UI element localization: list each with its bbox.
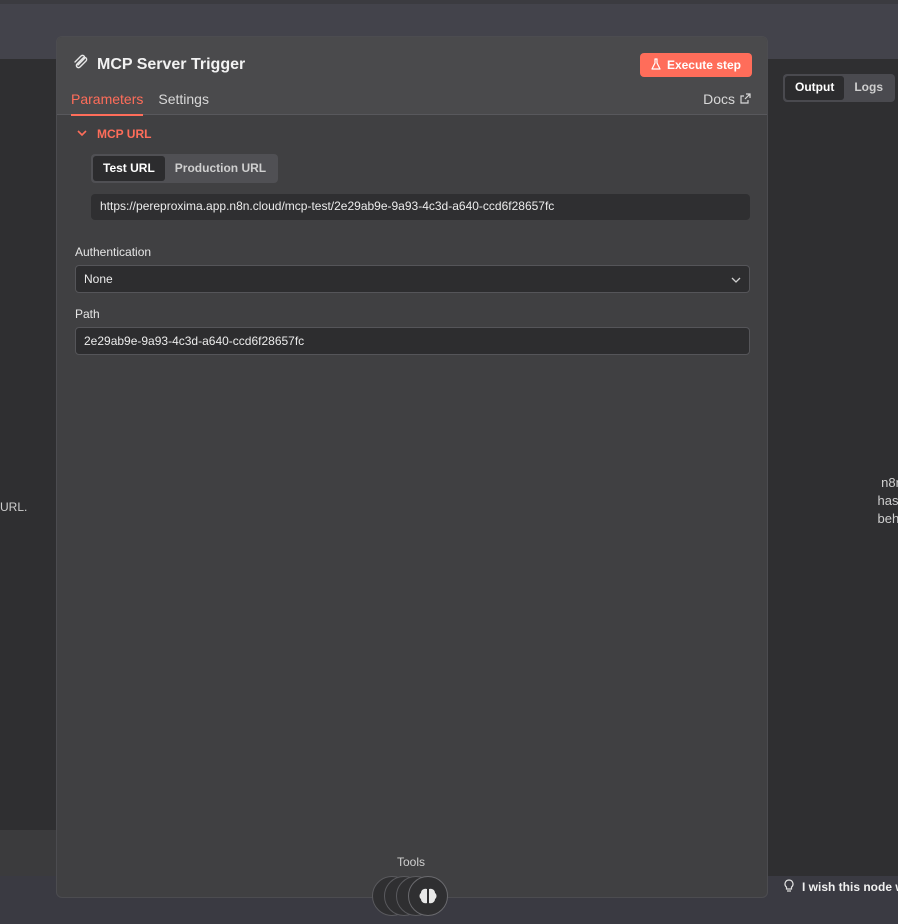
brain-icon[interactable]	[408, 876, 448, 916]
node-title-text: MCP Server Trigger	[97, 55, 246, 73]
output-message: n8n has r beha	[862, 474, 898, 528]
url-type-toggle: Test URL Production URL	[91, 154, 279, 183]
feedback-prompt[interactable]: I wish this node w	[778, 876, 898, 898]
mcp-icon	[73, 54, 89, 75]
tab-parameters[interactable]: Parameters	[71, 91, 144, 116]
output-message-line: has r	[877, 493, 898, 508]
output-tab[interactable]: Output	[785, 76, 845, 100]
test-url-tab[interactable]: Test URL	[93, 156, 165, 181]
output-logs-toggle: Output Logs	[783, 74, 895, 102]
node-title: MCP Server Trigger	[73, 54, 245, 75]
tools-label: Tools	[397, 855, 426, 869]
execute-step-button[interactable]: Execute step	[639, 53, 752, 77]
docs-label: Docs	[703, 91, 735, 107]
authentication-value: None	[84, 272, 113, 286]
input-panel-hint: URL.	[0, 500, 28, 514]
production-url-tab[interactable]: Production URL	[165, 156, 276, 181]
flask-icon	[651, 57, 661, 73]
node-header: MCP Server Trigger Execute step Paramete…	[57, 37, 767, 116]
path-label: Path	[75, 307, 100, 321]
tools-connector[interactable]	[372, 876, 452, 918]
tab-settings[interactable]: Settings	[158, 91, 209, 116]
external-link-icon	[740, 91, 751, 107]
lightbulb-icon	[784, 878, 794, 896]
input-panel-footer	[0, 830, 56, 876]
chevron-down-icon	[77, 127, 87, 141]
node-tabs: Parameters Settings	[71, 91, 239, 116]
output-panel	[768, 59, 898, 876]
mcp-url-section-toggle[interactable]: MCP URL	[77, 127, 151, 141]
authentication-select[interactable]: None	[75, 265, 750, 293]
logs-tab[interactable]: Logs	[844, 76, 893, 100]
docs-link[interactable]: Docs	[703, 91, 751, 107]
path-input[interactable]: 2e29ab9e-9a93-4c3d-a640-ccd6f28657fc	[75, 327, 750, 355]
mcp-url-value[interactable]: https://pereproxima.app.n8n.cloud/mcp-te…	[91, 194, 750, 220]
chevron-down-icon	[731, 272, 741, 286]
execute-step-label: Execute step	[666, 58, 741, 72]
path-value: 2e29ab9e-9a93-4c3d-a640-ccd6f28657fc	[84, 334, 305, 348]
output-message-line: beha	[877, 511, 898, 526]
input-panel	[0, 59, 56, 830]
output-message-line: n8n	[881, 475, 898, 490]
mcp-url-heading: MCP URL	[97, 127, 152, 141]
feedback-text: I wish this node w	[802, 880, 898, 894]
authentication-label: Authentication	[75, 245, 152, 259]
node-details-panel: MCP Server Trigger Execute step Paramete…	[56, 36, 768, 898]
